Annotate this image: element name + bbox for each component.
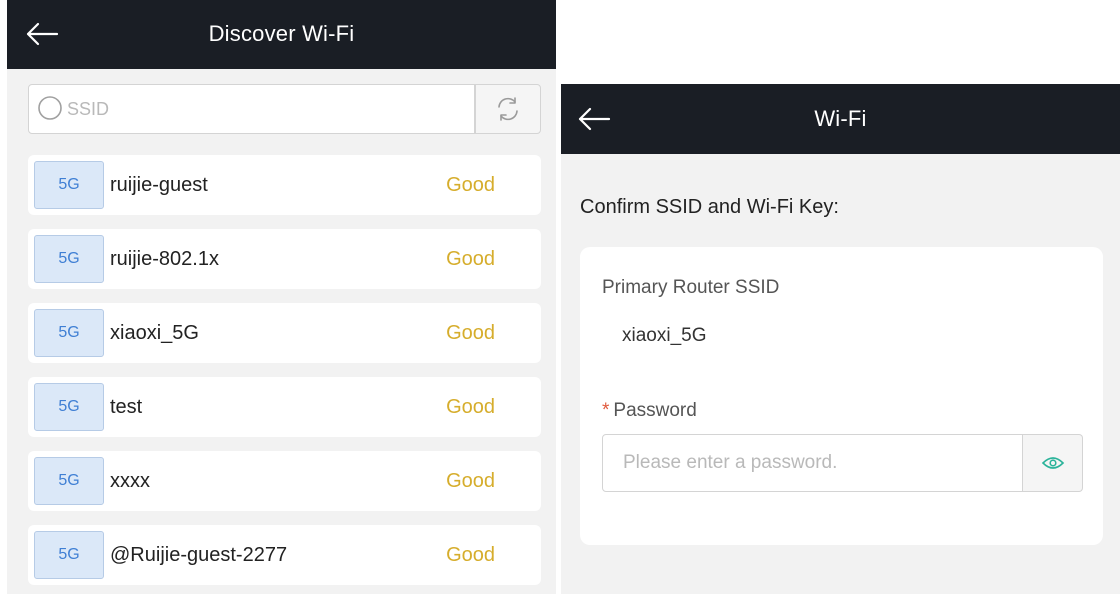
search-box <box>28 84 475 134</box>
discover-header: Discover Wi-Fi <box>7 0 556 69</box>
search-icon <box>37 95 65 123</box>
password-field-row <box>602 434 1083 492</box>
band-badge: 5G <box>34 161 104 209</box>
refresh-button[interactable] <box>475 84 541 134</box>
wifi-network-item[interactable]: 5G xiaoxi_5G Good <box>28 303 541 363</box>
wifi-config-screen: Wi-Fi Confirm SSID and Wi-Fi Key: Primar… <box>561 84 1120 594</box>
refresh-icon <box>498 97 518 121</box>
wifi-header: Wi-Fi <box>561 84 1120 154</box>
band-badge: 5G <box>34 383 104 431</box>
page-title: Discover Wi-Fi <box>208 21 355 46</box>
band-badge: 5G <box>34 457 104 505</box>
show-password-button[interactable] <box>1023 434 1083 492</box>
password-label: * Password <box>602 400 697 422</box>
ssid-name: ruijie-guest <box>110 173 208 196</box>
signal-strength: Good <box>446 173 495 196</box>
eye-icon <box>1041 457 1064 469</box>
band-badge: 5G <box>34 309 104 357</box>
band-badge: 5G <box>34 235 104 283</box>
wifi-network-item[interactable]: 5G ruijie-802.1x Good <box>28 229 541 289</box>
ssid-name: xxxx <box>110 469 150 492</box>
password-label-text: Password <box>613 400 697 421</box>
signal-strength: Good <box>446 321 495 344</box>
signal-strength: Good <box>446 469 495 492</box>
ssid-name: test <box>110 395 143 418</box>
confirm-heading: Confirm SSID and Wi-Fi Key: <box>580 196 839 218</box>
ssid-name: xiaoxi_5G <box>110 321 199 344</box>
password-input[interactable] <box>602 434 1023 492</box>
ssid-name: ruijie-802.1x <box>110 247 219 270</box>
required-mark: * <box>602 400 610 421</box>
wifi-key-card: Primary Router SSID xiaoxi_5G * Password <box>580 247 1103 545</box>
discover-wifi-screen: Discover Wi-Fi 5G ruijie-guest Good <box>7 0 556 594</box>
wifi-network-item[interactable]: 5G ruijie-guest Good <box>28 155 541 215</box>
primary-ssid-value: xiaoxi_5G <box>622 325 707 346</box>
wifi-network-item[interactable]: 5G xxxx Good <box>28 451 541 511</box>
search-input[interactable] <box>65 89 465 129</box>
band-badge: 5G <box>34 531 104 579</box>
signal-strength: Good <box>446 247 495 270</box>
ssid-name: @Ruijie-guest-2277 <box>110 543 288 566</box>
wifi-network-list: 5G ruijie-guest Good 5G ruijie-802.1x Go… <box>28 155 541 594</box>
search-bar <box>28 84 541 134</box>
signal-strength: Good <box>446 543 495 566</box>
wifi-network-item[interactable]: 5G @Ruijie-guest-2277 Good <box>28 525 541 585</box>
wifi-network-item[interactable]: 5G test Good <box>28 377 541 437</box>
page-title: Wi-Fi <box>814 106 867 131</box>
primary-ssid-label: Primary Router SSID <box>602 277 780 298</box>
signal-strength: Good <box>446 395 495 418</box>
